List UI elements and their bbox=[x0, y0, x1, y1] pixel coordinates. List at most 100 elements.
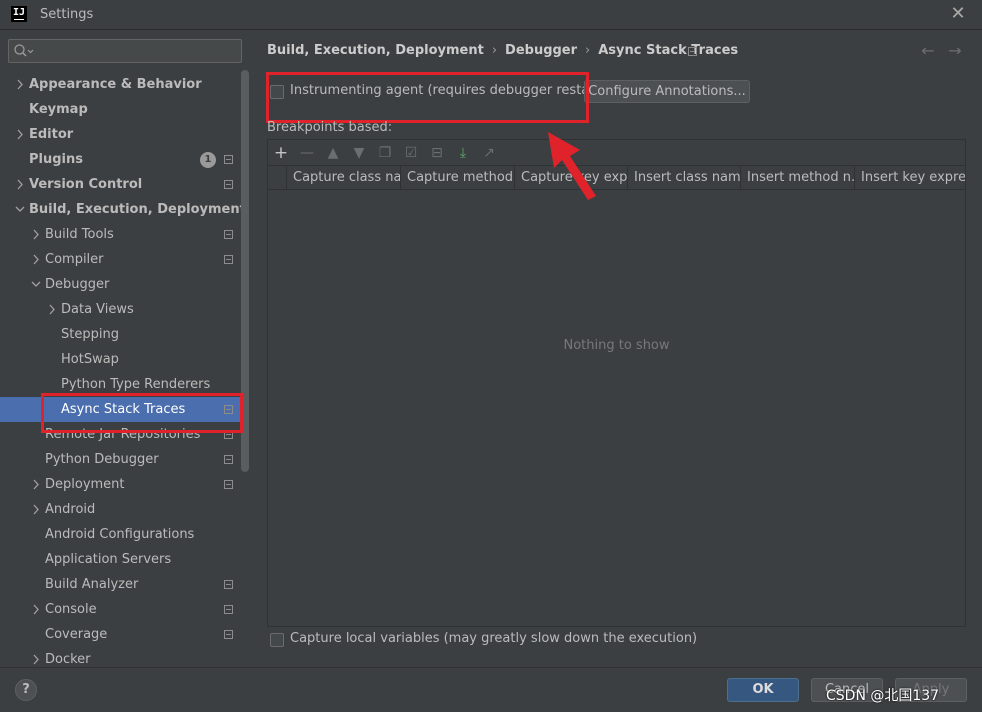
chevron-right-icon[interactable] bbox=[30, 472, 42, 497]
chevron-right-icon[interactable] bbox=[14, 72, 26, 97]
project-level-icon bbox=[224, 455, 233, 464]
sidebar-item[interactable]: Keymap bbox=[0, 97, 240, 122]
highlight-box bbox=[266, 72, 589, 123]
column-header[interactable]: Insert method n... bbox=[740, 166, 854, 190]
breadcrumb-separator: › bbox=[491, 43, 498, 58]
sidebar-item-label: Application Servers bbox=[45, 552, 172, 567]
sidebar-item[interactable]: Debugger bbox=[0, 272, 240, 297]
sidebar-item-label: Build Analyzer bbox=[45, 577, 139, 592]
chevron-right-icon[interactable] bbox=[30, 497, 42, 522]
sidebar-item-label: Appearance & Behavior bbox=[29, 77, 202, 92]
watermark: CSDN @北国137 bbox=[826, 688, 940, 704]
chevron-right-icon[interactable] bbox=[30, 247, 42, 272]
sidebar-item[interactable]: HotSwap bbox=[0, 347, 240, 372]
project-level-icon bbox=[224, 605, 233, 614]
sidebar-item[interactable]: Data Views bbox=[0, 297, 240, 322]
table-body[interactable]: Nothing to show bbox=[268, 191, 965, 626]
forward-arrow-icon[interactable]: → bbox=[946, 42, 964, 60]
sidebar-item[interactable]: Compiler bbox=[0, 247, 240, 272]
chevron-right-icon[interactable] bbox=[46, 297, 58, 322]
sidebar-item-label: Docker bbox=[45, 652, 91, 667]
sidebar-item[interactable]: Deployment bbox=[0, 472, 240, 497]
project-level-icon bbox=[224, 155, 233, 164]
sidebar-item[interactable]: Version Control bbox=[0, 172, 240, 197]
table-toolbar: + — ▲ ▼ ❐ ☑ ⊟ ⤓ ↗ bbox=[268, 140, 965, 165]
chevron-right-icon[interactable] bbox=[30, 647, 42, 667]
remove-icon[interactable]: — bbox=[297, 143, 317, 163]
move-up-icon[interactable]: ▲ bbox=[323, 143, 343, 163]
sidebar-item-label: Python Debugger bbox=[45, 452, 159, 467]
configure-annotations-button[interactable]: Configure Annotations... bbox=[584, 80, 750, 103]
sidebar-item-label: Build, Execution, Deployment bbox=[29, 202, 246, 217]
sidebar-item-label: Editor bbox=[29, 127, 74, 142]
breadcrumb: Build, Execution, Deployment › Debugger › As… bbox=[267, 43, 738, 61]
sidebar-item-label: Data Views bbox=[61, 302, 134, 317]
chevron-right-icon[interactable] bbox=[14, 122, 26, 147]
sidebar-item-label: Stepping bbox=[61, 327, 119, 342]
column-header[interactable]: Insert class name bbox=[627, 166, 740, 190]
sidebar-item[interactable]: Build Tools bbox=[0, 222, 240, 247]
sidebar-item-label: Build Tools bbox=[45, 227, 114, 242]
breakpoints-table-panel: + — ▲ ▼ ❐ ☑ ⊟ ⤓ ↗ Capture class na... Ca… bbox=[267, 139, 966, 627]
sidebar-item[interactable]: Coverage bbox=[0, 622, 240, 647]
breadcrumb-item[interactable]: Debugger bbox=[505, 43, 577, 58]
title-bar: IJ Settings ✕ bbox=[0, 0, 982, 30]
sidebar-item[interactable]: Android bbox=[0, 497, 240, 522]
help-button[interactable]: ? bbox=[15, 679, 37, 701]
capture-local-variables-label: Capture local variables (may greatly slo… bbox=[290, 631, 698, 646]
import-icon[interactable]: ⤓ bbox=[453, 143, 473, 163]
sidebar-item[interactable]: Plugins 1 bbox=[0, 147, 240, 172]
project-level-icon bbox=[224, 230, 233, 239]
breadcrumb-item[interactable]: Build, Execution, Deployment bbox=[267, 43, 484, 58]
move-down-icon[interactable]: ▼ bbox=[349, 143, 369, 163]
sidebar-item[interactable]: Python Debugger bbox=[0, 447, 240, 472]
chevron-right-icon[interactable] bbox=[30, 597, 42, 622]
sidebar-item-label: Version Control bbox=[29, 177, 143, 192]
sidebar-item[interactable]: Appearance & Behavior bbox=[0, 72, 240, 97]
sidebar-item[interactable]: Console bbox=[0, 597, 240, 622]
sidebar-item[interactable]: Application Servers bbox=[0, 547, 240, 572]
sidebar-item[interactable]: Build, Execution, Deployment bbox=[0, 197, 246, 222]
project-level-icon bbox=[688, 47, 697, 56]
sidebar-item-label: Debugger bbox=[45, 277, 110, 292]
window-title: Settings bbox=[40, 7, 94, 22]
export-icon[interactable]: ↗ bbox=[479, 143, 499, 163]
project-level-icon bbox=[224, 580, 233, 589]
sidebar-item-label: HotSwap bbox=[61, 352, 119, 367]
chevron-right-icon[interactable] bbox=[14, 172, 26, 197]
chevron-right-icon[interactable] bbox=[30, 222, 42, 247]
capture-local-variables-checkbox[interactable] bbox=[270, 633, 284, 647]
dialog-footer: ? OK Cancel Apply CSDN @北国137 bbox=[0, 667, 982, 712]
project-level-icon bbox=[224, 630, 233, 639]
sidebar-item[interactable]: Android Configurations bbox=[0, 522, 240, 547]
sidebar-item[interactable]: Stepping bbox=[0, 322, 240, 347]
settings-sidebar: Appearance & Behavior Keymap Editor Plugins… bbox=[0, 30, 250, 667]
sidebar-item[interactable]: Editor bbox=[0, 122, 240, 147]
sidebar-item[interactable]: Docker bbox=[0, 647, 240, 667]
chevron-down-icon[interactable] bbox=[30, 272, 42, 297]
search-icon bbox=[14, 44, 34, 57]
column-header[interactable]: Capture class na... bbox=[286, 166, 400, 190]
copy-icon[interactable]: ❐ bbox=[375, 143, 395, 163]
sidebar-item-label: Coverage bbox=[45, 627, 108, 642]
add-icon[interactable]: + bbox=[271, 143, 291, 163]
project-level-icon bbox=[224, 480, 233, 489]
enable-icon[interactable]: ☑ bbox=[401, 143, 421, 163]
sidebar-item[interactable]: Build Analyzer bbox=[0, 572, 240, 597]
breadcrumb-separator: › bbox=[585, 43, 591, 58]
back-arrow-icon[interactable]: ← bbox=[919, 42, 937, 60]
search-field[interactable] bbox=[8, 39, 242, 63]
column-header[interactable]: Insert key expre... bbox=[854, 166, 965, 190]
sidebar-item-label: Plugins bbox=[29, 152, 83, 167]
project-level-icon bbox=[224, 255, 233, 264]
sidebar-item-label: Compiler bbox=[45, 252, 104, 267]
chevron-down-icon[interactable] bbox=[14, 197, 26, 222]
sidebar-item-label: Console bbox=[45, 602, 97, 617]
ok-button[interactable]: OK bbox=[727, 678, 799, 702]
close-icon[interactable]: ✕ bbox=[948, 4, 968, 24]
column-header[interactable]: Capture method... bbox=[400, 166, 514, 190]
sidebar-item-label: Deployment bbox=[45, 477, 125, 492]
disable-icon[interactable]: ⊟ bbox=[427, 143, 447, 163]
project-level-icon bbox=[224, 180, 233, 189]
table-header: Capture class na... Capture method... Ca… bbox=[268, 165, 965, 190]
